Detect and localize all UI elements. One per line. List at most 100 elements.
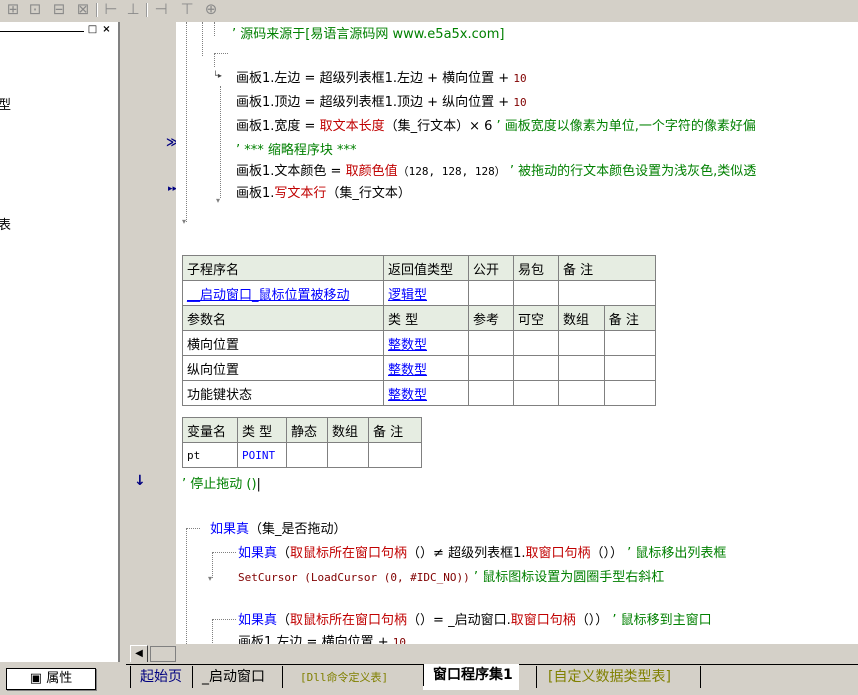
param-nullable-cell[interactable] bbox=[513, 380, 559, 406]
table-row[interactable]: 横向位置 整数型 bbox=[182, 330, 657, 356]
flow-guide bbox=[214, 22, 215, 36]
alignment-toolbar: ⊞ ⊡ ⊟ ⊠ ⊢ ⊥ ⊣ ⊤ ⊕ bbox=[0, 0, 858, 22]
param-name-cell[interactable]: 横向位置 bbox=[182, 330, 384, 356]
param-remark-cell[interactable] bbox=[603, 330, 657, 356]
public-cell[interactable] bbox=[468, 280, 514, 306]
scroll-left-icon[interactable]: ◀ bbox=[130, 645, 148, 663]
code-line: 画板1.写文本行（集_行文本） bbox=[236, 186, 411, 201]
param-remark-cell[interactable] bbox=[603, 380, 657, 406]
flow-arrow-icon: ▾ bbox=[208, 574, 213, 583]
param-ref-cell[interactable] bbox=[468, 330, 514, 356]
table-row[interactable]: 功能键状态 整数型 bbox=[182, 380, 657, 406]
properties-tab-label: 属性 bbox=[46, 671, 73, 686]
header-cell: 易包 bbox=[513, 255, 559, 281]
flow-guide bbox=[212, 619, 213, 644]
tab-divider bbox=[423, 664, 424, 686]
header-cell: 可空 bbox=[513, 305, 559, 331]
properties-tab[interactable]: ▣ 属性 bbox=[6, 668, 96, 690]
table-row[interactable]: 纵向位置 整数型 bbox=[182, 355, 657, 381]
param-type[interactable]: 整数型 bbox=[388, 388, 427, 403]
close-button[interactable]: × bbox=[101, 24, 112, 35]
header-cell: 子程序名 bbox=[182, 255, 384, 281]
same-size-icon[interactable]: ⊕ bbox=[202, 1, 220, 18]
var-static-cell[interactable] bbox=[286, 442, 328, 468]
tree-item-truncated[interactable]: 型 bbox=[0, 94, 11, 113]
var-array-cell[interactable] bbox=[327, 442, 369, 468]
param-type-cell[interactable]: 整数型 bbox=[383, 330, 469, 356]
flow-guide bbox=[214, 53, 215, 67]
tab-window-program-set[interactable]: 窗口程序集1 bbox=[423, 664, 519, 690]
param-array-cell[interactable] bbox=[558, 330, 605, 356]
restore-button[interactable]: □ bbox=[87, 24, 98, 35]
flow-guide bbox=[212, 619, 236, 620]
param-array-cell[interactable] bbox=[558, 380, 605, 406]
tab-label: _启动窗口 bbox=[202, 669, 265, 685]
subroutine-name[interactable]: __启动窗口_鼠标位置被移动 bbox=[187, 288, 350, 303]
param-ref-cell[interactable] bbox=[468, 355, 514, 381]
tab-custom-types[interactable]: [自定义数据类型表] bbox=[536, 666, 671, 690]
code-line: 画板1.左边 = 超级列表框1.左边 + 横向位置 + 10 bbox=[236, 71, 527, 86]
var-type-cell[interactable]: POINT bbox=[237, 442, 287, 468]
table-header-row: 子程序名 返回值类型 公开 易包 备 注 bbox=[182, 255, 656, 281]
local-variable-table: 变量名 类 型 静态 数组 备 注 pt POINT bbox=[182, 417, 422, 468]
grid-fill-icon[interactable]: ⊡ bbox=[26, 1, 44, 18]
param-ref-cell[interactable] bbox=[468, 380, 514, 406]
tab-divider bbox=[536, 666, 537, 688]
code-line: SetCursor (LoadCursor (0, #IDC_NO)) ’ 鼠标… bbox=[238, 570, 665, 585]
flow-guide bbox=[220, 86, 221, 198]
param-header-row: 参数名 类 型 参考 可空 数组 备 注 bbox=[182, 305, 657, 331]
tab-label: [Dll命令定义表] bbox=[300, 671, 389, 684]
header-cell: 参考 bbox=[468, 305, 514, 331]
remark-cell[interactable] bbox=[558, 280, 656, 306]
editor-gutter: ≫ ▸▸ ↓ bbox=[126, 22, 179, 644]
param-nullable-cell[interactable] bbox=[513, 330, 559, 356]
same-width-icon[interactable]: ⊣ bbox=[152, 1, 170, 18]
grid-cross-icon[interactable]: ⊟ bbox=[50, 1, 68, 18]
text-caret: | bbox=[256, 477, 261, 492]
toolbar-separator bbox=[96, 3, 98, 17]
left-panel-tabs: ▣ 属性 bbox=[0, 662, 118, 695]
scroll-track[interactable] bbox=[150, 646, 176, 662]
flow-arrow-icon: ▾ bbox=[182, 217, 187, 226]
flow-guide bbox=[186, 528, 187, 644]
header-cell: 公开 bbox=[468, 255, 514, 281]
header-cell: 静态 bbox=[286, 417, 328, 443]
var-name-cell[interactable]: pt bbox=[182, 442, 238, 468]
grid-split-icon[interactable]: ⊠ bbox=[74, 1, 92, 18]
param-type-cell[interactable]: 整数型 bbox=[383, 355, 469, 381]
header-cell: 返回值类型 bbox=[383, 255, 469, 281]
align-h-icon[interactable]: ⊢ bbox=[102, 1, 120, 18]
var-remark-cell[interactable] bbox=[368, 442, 422, 468]
return-type-cell[interactable]: 逻辑型 bbox=[383, 280, 469, 306]
param-name-cell[interactable]: 纵向位置 bbox=[182, 355, 384, 381]
table-row[interactable]: __启动窗口_鼠标位置被移动 逻辑型 bbox=[182, 280, 656, 306]
same-height-icon[interactable]: ⊤ bbox=[178, 1, 196, 18]
tree-item-truncated[interactable]: 表 bbox=[0, 214, 11, 233]
tab-startup-window[interactable]: _启动窗口 bbox=[192, 666, 265, 690]
table-header-row: 变量名 类 型 静态 数组 备 注 bbox=[182, 417, 422, 443]
tab-divider bbox=[192, 666, 193, 688]
tab-label: 窗口程序集1 bbox=[433, 667, 513, 683]
horizontal-scrollbar[interactable]: ◀ bbox=[126, 644, 858, 663]
code-comment-line: ’ 停止拖动 ()| bbox=[182, 477, 261, 492]
subroutine-name-cell[interactable]: __启动窗口_鼠标位置被移动 bbox=[182, 280, 384, 306]
code-line: 画板1.文本颜色 = 取颜色值（128, 128, 128） ’ 被拖动的行文本… bbox=[236, 164, 757, 179]
param-remark-cell[interactable] bbox=[603, 355, 657, 381]
param-name-cell[interactable]: 功能键状态 bbox=[182, 380, 384, 406]
return-type[interactable]: 逻辑型 bbox=[388, 288, 427, 303]
param-array-cell[interactable] bbox=[558, 355, 605, 381]
param-type[interactable]: 整数型 bbox=[388, 363, 427, 378]
code-collapsed-block[interactable]: ’ *** 缩略程序块 *** bbox=[236, 139, 357, 158]
package-cell[interactable] bbox=[513, 280, 559, 306]
properties-icon: ▣ bbox=[29, 671, 47, 686]
header-cell: 备 注 bbox=[368, 417, 422, 443]
code-editor[interactable]: ▾ ▾ ’ 源码来源于[易语言源码网 www.e5a5x.com] └▸ 画板1… bbox=[176, 22, 858, 644]
align-v-icon[interactable]: ⊥ bbox=[124, 1, 142, 18]
table-row[interactable]: pt POINT bbox=[182, 442, 422, 468]
param-nullable-cell[interactable] bbox=[513, 355, 559, 381]
tab-start-page[interactable]: 起始页 bbox=[130, 666, 182, 690]
tab-dll-commands[interactable]: [Dll命令定义表] bbox=[282, 666, 388, 690]
grid-icon[interactable]: ⊞ bbox=[4, 1, 22, 18]
param-type-cell[interactable]: 整数型 bbox=[383, 380, 469, 406]
param-type[interactable]: 整数型 bbox=[388, 338, 427, 353]
